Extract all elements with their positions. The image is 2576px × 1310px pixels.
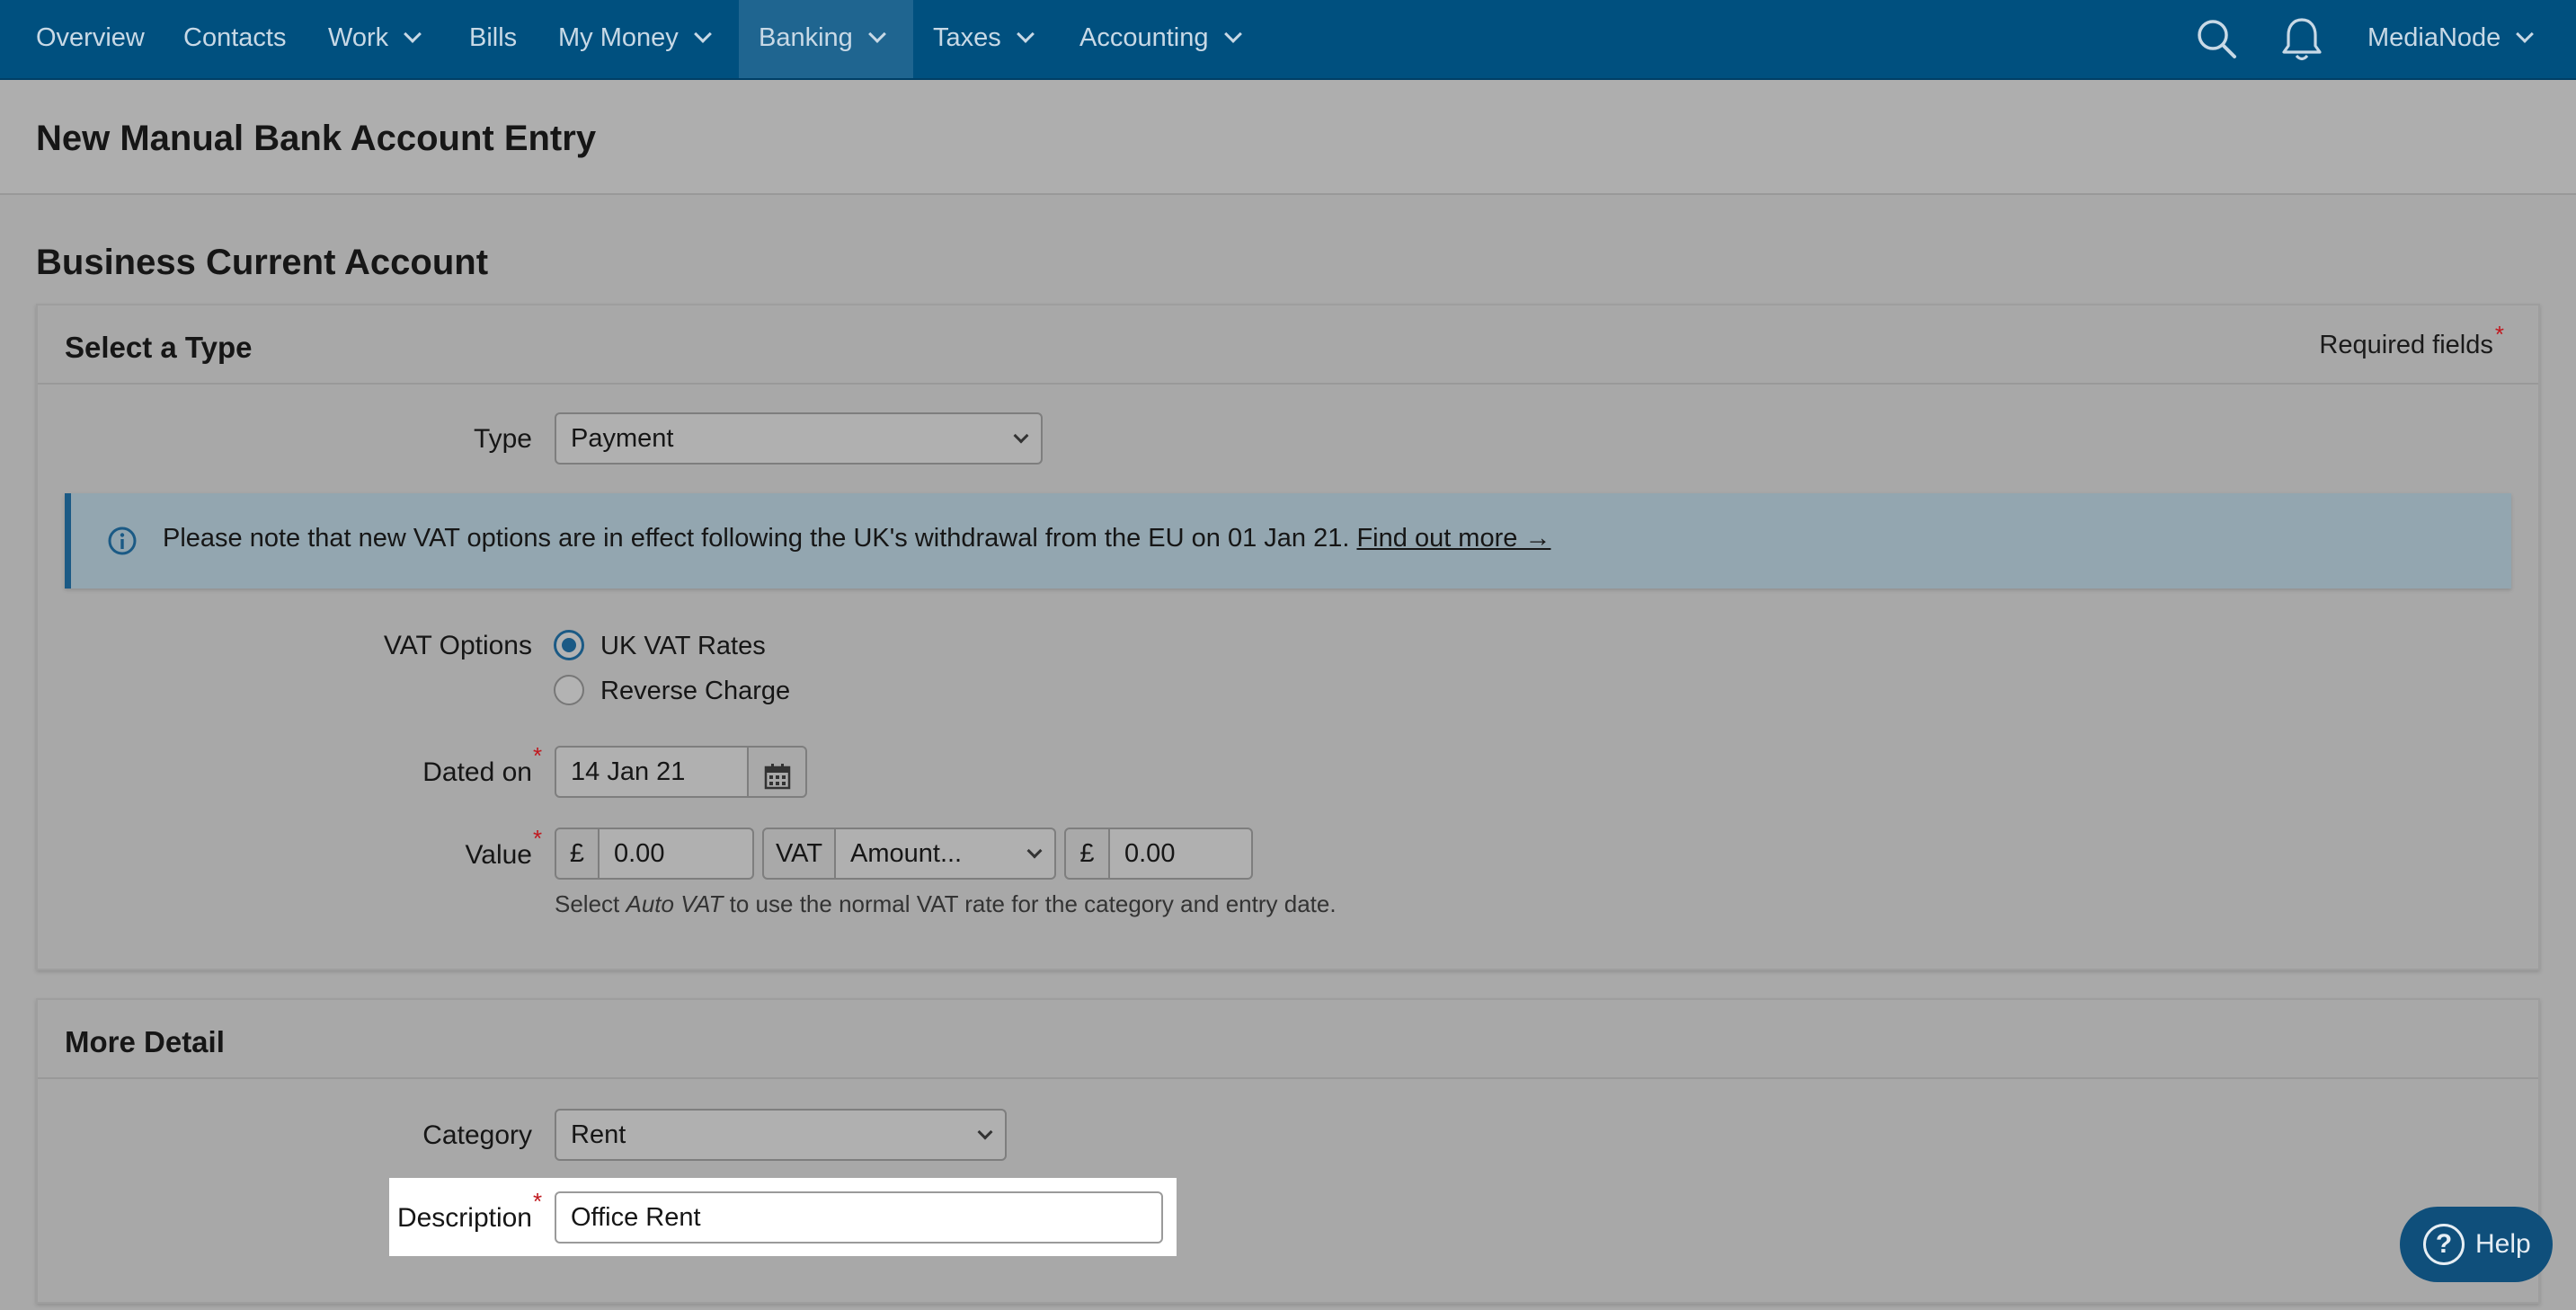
nav-item-label: Overview <box>36 23 145 52</box>
type-select-value: Payment <box>571 424 674 453</box>
nav-item-accounting[interactable]: Accounting <box>1079 0 1242 78</box>
chevron-down-icon <box>693 25 712 43</box>
vat-currency-addon: £ <box>1064 828 1110 880</box>
currency-addon: £ <box>555 828 600 880</box>
search-icon[interactable] <box>2194 16 2239 66</box>
find-out-more-link[interactable]: Find out more → <box>1356 524 1550 553</box>
value-input-value: 0.00 <box>614 839 665 868</box>
chevron-down-icon <box>1223 25 1242 43</box>
radio-label-reverse-charge: Reverse Charge <box>600 677 791 705</box>
vat-mode-select[interactable]: Amount... <box>834 828 1056 880</box>
chevron-down-icon <box>1026 843 1043 859</box>
nav-item-label: My Money <box>558 23 679 52</box>
nav-item-taxes[interactable]: Taxes <box>933 0 1035 78</box>
nav-item-label: Taxes <box>933 23 1001 52</box>
chevron-down-icon <box>404 25 422 43</box>
panel-title: Select a Type <box>65 331 253 364</box>
panel-header: More Detail <box>38 1000 2538 1079</box>
vat-amount-value: 0.00 <box>1124 839 1176 868</box>
account-menu-label: MediaNode <box>2367 23 2501 52</box>
info-text: Please note that new VAT options are in … <box>163 524 1350 553</box>
account-title: Business Current Account <box>36 243 489 282</box>
more-detail-panel: More Detail <box>36 998 2540 1304</box>
required-marker: * <box>2494 321 2504 348</box>
required-marker: * <box>533 825 543 852</box>
nav-item-label: Bills <box>469 23 518 52</box>
nav-item-label: Accounting <box>1079 23 1209 52</box>
radio-uk-vat-rates[interactable] <box>554 630 584 660</box>
category-label: Category <box>422 1120 532 1150</box>
account-menu[interactable]: MediaNode <box>2367 0 2535 78</box>
chevron-down-icon <box>1016 25 1035 43</box>
value-label: Value <box>465 840 532 870</box>
dated-on-label: Dated on <box>422 757 532 787</box>
nav-item-my-money[interactable]: My Money <box>558 0 712 78</box>
calendar-button[interactable] <box>747 746 807 798</box>
calendar-icon <box>763 758 792 807</box>
category-select[interactable]: Rent <box>555 1109 1007 1161</box>
nav-item-bills[interactable]: Bills <box>469 0 517 78</box>
vat-info-alert: Please note that new VAT options are in … <box>65 493 2511 589</box>
info-icon <box>107 526 138 561</box>
chevron-down-icon <box>1013 428 1029 444</box>
chevron-down-icon <box>867 25 886 43</box>
date-input[interactable]: 14 Jan 21 <box>555 746 749 798</box>
info-message: Please note that new VAT options are in … <box>163 524 1550 553</box>
vat-amount-input[interactable]: 0.00 <box>1108 828 1253 880</box>
help-icon: ? <box>2423 1224 2465 1265</box>
radio-reverse-charge[interactable] <box>554 675 584 705</box>
required-fields-label: Required fields <box>2319 331 2493 359</box>
required-fields-note: Required fields* <box>2319 321 2504 360</box>
hint-suffix: to use the normal VAT rate for the categ… <box>723 890 1337 917</box>
vat-addon: VAT <box>762 828 836 880</box>
panel-title: More Detail <box>65 1025 225 1058</box>
value-input[interactable]: 0.00 <box>598 828 754 880</box>
vat-mode-value: Amount... <box>850 839 963 868</box>
chevron-down-icon <box>2516 25 2535 43</box>
vat-options-label: VAT Options <box>383 631 532 660</box>
bell-icon[interactable] <box>2280 16 2323 67</box>
required-marker: * <box>533 1188 543 1215</box>
type-select[interactable]: Payment <box>555 412 1043 465</box>
panel-header: Select a Type Required fields* <box>38 305 2538 385</box>
description-input[interactable]: Office Rent <box>555 1191 1163 1244</box>
vat-hint-text: Select Auto VAT to use the normal VAT ra… <box>555 890 1337 918</box>
nav-item-banking[interactable]: Banking <box>739 0 913 78</box>
nav-item-contacts[interactable]: Contacts <box>183 0 286 78</box>
description-input-value: Office Rent <box>571 1203 701 1232</box>
radio-label-uk-vat-rates: UK VAT Rates <box>600 632 766 660</box>
page-title: New Manual Bank Account Entry <box>36 119 597 158</box>
help-button[interactable]: ? Help <box>2400 1207 2553 1282</box>
nav-item-label: Banking <box>759 23 853 52</box>
help-label: Help <box>2475 1229 2531 1259</box>
nav-item-work[interactable]: Work <box>328 0 422 78</box>
top-navigation-bar: Overview Contacts Work Bills My Money Ba… <box>0 0 2576 80</box>
description-label: Description <box>396 1203 532 1233</box>
chevron-down-icon <box>977 1124 993 1140</box>
nav-item-overview[interactable]: Overview <box>36 0 145 78</box>
hint-emphasis: Auto VAT <box>626 890 724 917</box>
required-marker: * <box>533 742 543 769</box>
type-label: Type <box>473 424 532 454</box>
nav-item-label: Work <box>328 23 389 52</box>
page-header: New Manual Bank Account Entry <box>0 80 2576 195</box>
category-select-value: Rent <box>571 1120 626 1149</box>
date-input-value: 14 Jan 21 <box>571 757 686 786</box>
nav-item-label: Contacts <box>183 23 287 52</box>
hint-prefix: Select <box>555 890 626 917</box>
